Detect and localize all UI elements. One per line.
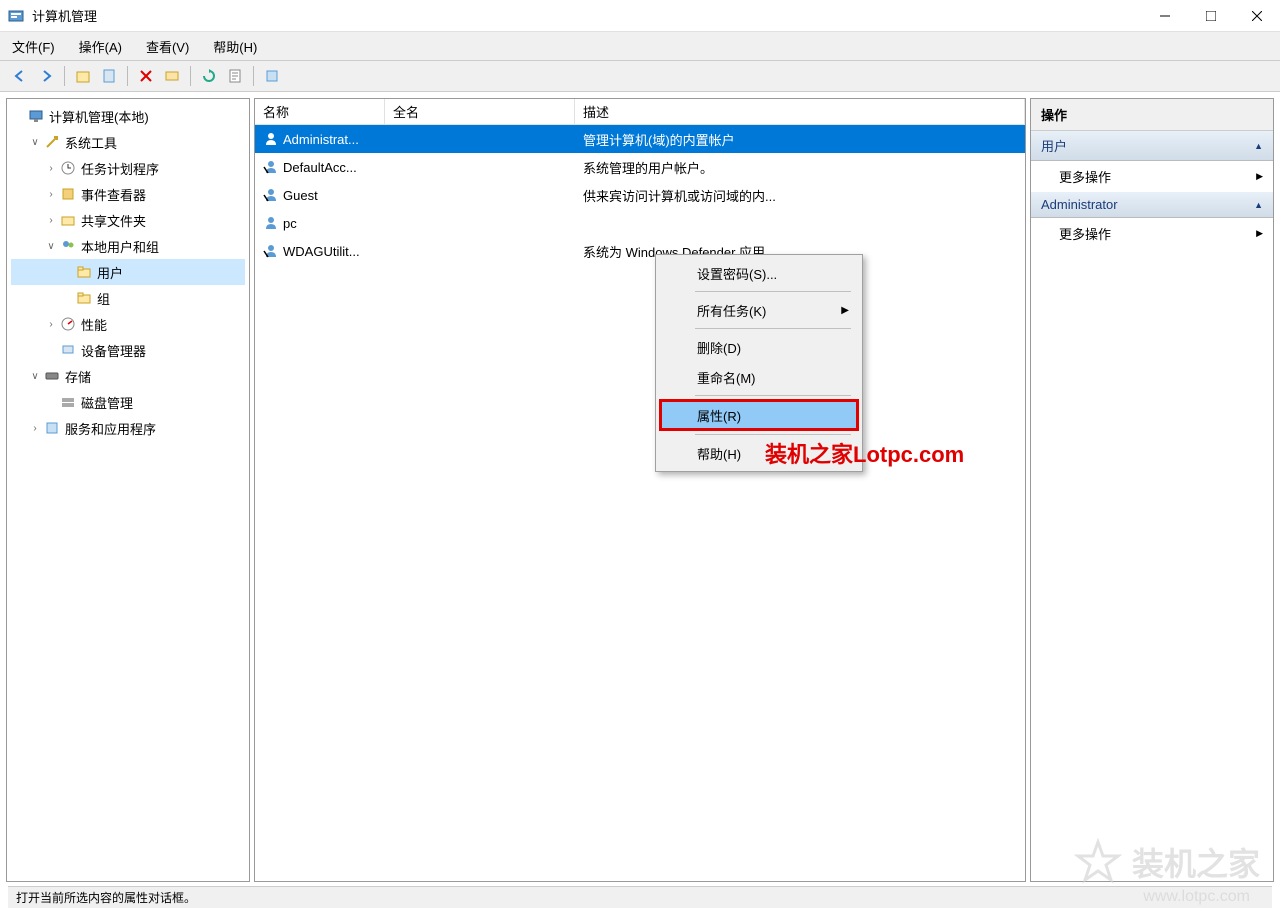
separator bbox=[64, 66, 65, 86]
user-row-pc[interactable]: pc bbox=[255, 209, 1025, 237]
expand-icon[interactable]: › bbox=[43, 189, 59, 200]
up-button[interactable] bbox=[71, 64, 95, 88]
expand-icon[interactable]: › bbox=[43, 319, 59, 330]
user-icon bbox=[263, 131, 279, 147]
folder-icon bbox=[75, 263, 93, 281]
clock-icon bbox=[59, 159, 77, 177]
tree-eventviewer[interactable]: ›事件查看器 bbox=[11, 181, 245, 207]
back-button[interactable] bbox=[8, 64, 32, 88]
separator bbox=[127, 66, 128, 86]
submenu-arrow-icon: ▶ bbox=[841, 305, 849, 316]
tree-systools[interactable]: ∨系统工具 bbox=[11, 129, 245, 155]
help-button[interactable] bbox=[260, 64, 284, 88]
tree-tasksched[interactable]: ›任务计划程序 bbox=[11, 155, 245, 181]
separator bbox=[695, 395, 851, 396]
delete-button[interactable] bbox=[134, 64, 158, 88]
tree-panel: 计算机管理(本地) ∨系统工具 ›任务计划程序 ›事件查看器 ›共享文件夹 ∨本… bbox=[6, 98, 250, 882]
window-title: 计算机管理 bbox=[32, 6, 1142, 25]
disk-icon bbox=[59, 393, 77, 411]
collapse-icon[interactable]: ∨ bbox=[27, 371, 43, 382]
computer-icon bbox=[27, 107, 45, 125]
services-icon bbox=[43, 419, 61, 437]
expand-icon[interactable]: › bbox=[43, 163, 59, 174]
menu-file[interactable]: 文件(F) bbox=[8, 35, 59, 58]
separator bbox=[253, 66, 254, 86]
ctx-rename[interactable]: 重命名(M) bbox=[659, 362, 859, 392]
users-icon bbox=[59, 237, 77, 255]
tree-diskmgmt[interactable]: 磁盘管理 bbox=[11, 389, 245, 415]
user-icon bbox=[263, 187, 279, 203]
separator bbox=[695, 291, 851, 292]
collapse-icon[interactable]: ∨ bbox=[43, 241, 59, 252]
action-more-admin[interactable]: 更多操作▶ bbox=[1031, 218, 1273, 249]
close-button[interactable] bbox=[1234, 0, 1280, 32]
folder-icon bbox=[75, 289, 93, 307]
list-panel: 名称 全名 描述 Administrat... 管理计算机(域)的内置帐户 De… bbox=[254, 98, 1026, 882]
separator bbox=[190, 66, 191, 86]
menu-action[interactable]: 操作(A) bbox=[75, 35, 126, 58]
ctx-delete[interactable]: 删除(D) bbox=[659, 332, 859, 362]
action-more-users[interactable]: 更多操作▶ bbox=[1031, 161, 1273, 192]
tree-storage[interactable]: ∨存储 bbox=[11, 363, 245, 389]
minimize-button[interactable] bbox=[1142, 0, 1188, 32]
expand-icon[interactable]: › bbox=[27, 423, 43, 434]
ctx-set-password[interactable]: 设置密码(S)... bbox=[659, 258, 859, 288]
actions-panel: 操作 用户▲ 更多操作▶ Administrator▲ 更多操作▶ bbox=[1030, 98, 1274, 882]
user-row-administrator[interactable]: Administrat... 管理计算机(域)的内置帐户 bbox=[255, 125, 1025, 153]
user-icon bbox=[263, 215, 279, 231]
annotation-overlay: 装机之家Lotpc.com bbox=[765, 437, 964, 469]
ctx-all-tasks[interactable]: 所有任务(K)▶ bbox=[659, 295, 859, 325]
user-row-wdag[interactable]: WDAGUtilit... 系统为 Windows Defender 应用... bbox=[255, 237, 1025, 265]
perf-icon bbox=[59, 315, 77, 333]
expand-icon[interactable]: › bbox=[43, 215, 59, 226]
tree-groups[interactable]: 组 bbox=[11, 285, 245, 311]
tree-users[interactable]: 用户 bbox=[11, 259, 245, 285]
forward-button[interactable] bbox=[34, 64, 58, 88]
collapse-icon[interactable]: ∨ bbox=[27, 137, 43, 148]
menu-view[interactable]: 查看(V) bbox=[142, 35, 193, 58]
user-row-guest[interactable]: Guest 供来宾访问计算机或访问域的内... bbox=[255, 181, 1025, 209]
action-section-users[interactable]: 用户▲ bbox=[1031, 131, 1273, 161]
event-icon bbox=[59, 185, 77, 203]
tree-performance[interactable]: ›性能 bbox=[11, 311, 245, 337]
storage-icon bbox=[43, 367, 61, 385]
submenu-arrow-icon: ▶ bbox=[1256, 228, 1263, 239]
col-name[interactable]: 名称 bbox=[255, 98, 385, 125]
col-fullname[interactable]: 全名 bbox=[385, 98, 575, 125]
separator bbox=[695, 434, 851, 435]
collapse-icon: ▲ bbox=[1254, 141, 1263, 151]
refresh-button[interactable] bbox=[197, 64, 221, 88]
actions-header: 操作 bbox=[1031, 99, 1273, 131]
separator bbox=[695, 328, 851, 329]
submenu-arrow-icon: ▶ bbox=[1256, 171, 1263, 182]
tree-services[interactable]: ›服务和应用程序 bbox=[11, 415, 245, 441]
device-icon bbox=[59, 341, 77, 359]
toolbar bbox=[0, 60, 1280, 92]
user-row-defaultaccount[interactable]: DefaultAcc... 系统管理的用户帐户。 bbox=[255, 153, 1025, 181]
action-button[interactable] bbox=[160, 64, 184, 88]
share-icon bbox=[59, 211, 77, 229]
properties-button[interactable] bbox=[97, 64, 121, 88]
col-description[interactable]: 描述 bbox=[575, 98, 1025, 125]
ctx-properties[interactable]: 属性(R) bbox=[659, 399, 859, 431]
user-icon bbox=[263, 243, 279, 259]
tree-localusers[interactable]: ∨本地用户和组 bbox=[11, 233, 245, 259]
statusbar: 打开当前所选内容的属性对话框。 bbox=[8, 886, 1272, 908]
tools-icon bbox=[43, 133, 61, 151]
list-header: 名称 全名 描述 bbox=[255, 99, 1025, 125]
app-icon bbox=[8, 8, 24, 24]
export-button[interactable] bbox=[223, 64, 247, 88]
maximize-button[interactable] bbox=[1188, 0, 1234, 32]
titlebar: 计算机管理 bbox=[0, 0, 1280, 32]
user-icon bbox=[263, 159, 279, 175]
tree-sharedfolders[interactable]: ›共享文件夹 bbox=[11, 207, 245, 233]
tree-devmgr[interactable]: 设备管理器 bbox=[11, 337, 245, 363]
menubar: 文件(F) 操作(A) 查看(V) 帮助(H) bbox=[0, 32, 1280, 60]
tree-root[interactable]: 计算机管理(本地) bbox=[11, 103, 245, 129]
menu-help[interactable]: 帮助(H) bbox=[209, 35, 261, 58]
action-section-administrator[interactable]: Administrator▲ bbox=[1031, 192, 1273, 218]
collapse-icon: ▲ bbox=[1254, 200, 1263, 210]
